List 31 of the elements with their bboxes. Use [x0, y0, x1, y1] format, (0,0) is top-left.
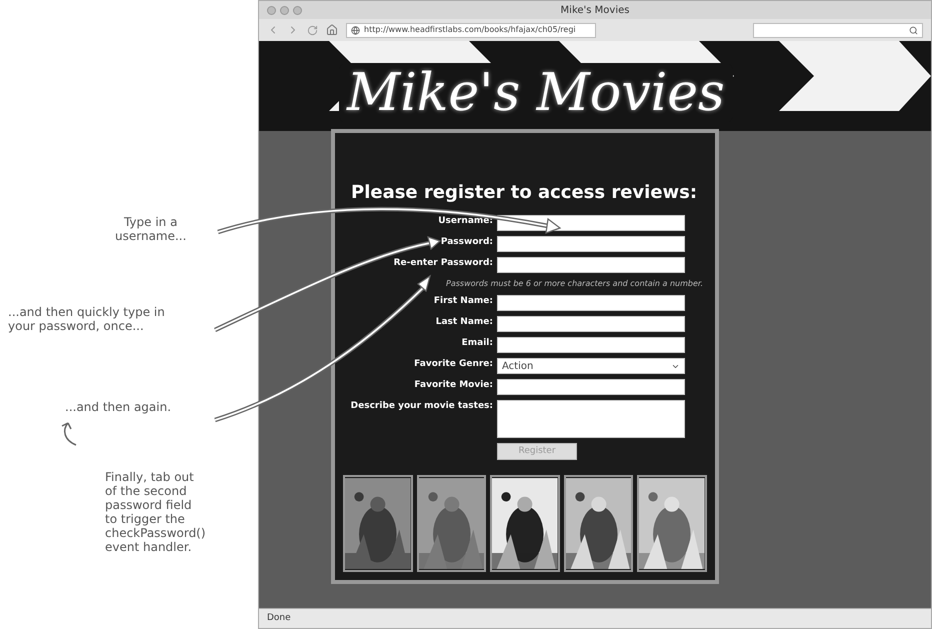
- field-label: Describe your movie tastes:: [350, 400, 493, 413]
- field-label: Re-enter Password:: [394, 257, 493, 270]
- search-field[interactable]: [753, 22, 923, 38]
- annotation-text: Type in a username...: [115, 215, 186, 243]
- globe-icon: [351, 26, 360, 34]
- annotation-text: Finally, tab out of the second password field to trigger the checkPassword() event handler.: [105, 470, 206, 554]
- home-icon[interactable]: [326, 24, 338, 36]
- input-field[interactable]: [497, 236, 685, 252]
- field-label: Username:: [438, 215, 493, 228]
- field-label: Favorite Genre:: [414, 358, 493, 371]
- field-label: Last Name:: [436, 316, 493, 329]
- field-label: First Name:: [434, 295, 493, 308]
- input-field[interactable]: [497, 379, 685, 395]
- field-label: Email:: [462, 337, 493, 350]
- password-hint: Passwords must be 6 or more characters and contain a number.: [446, 278, 703, 290]
- input-field[interactable]: [497, 337, 685, 353]
- annotation-text: ...and then quickly type in your password, once...: [8, 305, 165, 333]
- field-label: Password:: [440, 236, 493, 249]
- input-field[interactable]: [497, 257, 685, 273]
- reload-icon[interactable]: [307, 24, 318, 36]
- annotation-text: ...and then again.: [65, 400, 172, 414]
- input-field[interactable]: [497, 316, 685, 332]
- genre-select[interactable]: Action: [497, 358, 685, 374]
- status-text: Done: [267, 612, 291, 625]
- search-icon: [909, 26, 918, 34]
- address-field[interactable]: http://www.headfirstlabs.com/books/hfajax/ch05/regi: [346, 22, 596, 38]
- window-title: Mike's Movies: [560, 4, 630, 18]
- field-label: Favorite Movie:: [414, 379, 493, 392]
- text-area[interactable]: [497, 400, 685, 438]
- form-heading: Please register to access reviews:: [351, 181, 698, 205]
- input-field[interactable]: [497, 295, 685, 311]
